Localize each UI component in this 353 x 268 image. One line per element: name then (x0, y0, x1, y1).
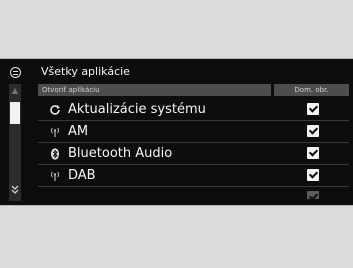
list-item-partial[interactable] (38, 187, 349, 199)
head-unit-screen: Všetky aplikácie Otvoriť aplikáciu Dom. … (0, 59, 353, 205)
app-list: Aktualizácie systému AM Bluetooth Audio … (38, 99, 349, 199)
list-item-bluetooth-audio[interactable]: Bluetooth Audio (38, 143, 349, 165)
list-item-system-updates[interactable]: Aktualizácie systému (38, 99, 349, 121)
list-item-label: DAB (68, 168, 96, 183)
radio-antenna-icon (44, 126, 66, 138)
home-screen-column-header: Dom. obr. (274, 84, 349, 96)
menu-icon[interactable] (10, 67, 21, 78)
scroll-down-icon[interactable] (9, 185, 21, 199)
top-bezel (0, 0, 353, 59)
scroll-thumb[interactable] (10, 102, 20, 124)
radio-antenna-icon (44, 170, 66, 182)
home-screen-checkbox[interactable] (307, 191, 319, 199)
list-item-am[interactable]: AM (38, 121, 349, 143)
list-item-label: AM (68, 124, 89, 139)
list-item-dab[interactable]: DAB (38, 165, 349, 187)
home-screen-checkbox[interactable] (307, 169, 319, 181)
scrollbar[interactable]: ▲ (9, 84, 21, 201)
home-screen-checkbox[interactable] (307, 103, 319, 115)
open-app-column-header: Otvoriť aplikáciu (38, 84, 271, 96)
refresh-icon (44, 104, 66, 116)
page-title: Všetky aplikácie (41, 65, 130, 78)
home-screen-checkbox[interactable] (307, 125, 319, 137)
bluetooth-icon (44, 147, 66, 160)
list-item-label: Bluetooth Audio (68, 146, 173, 161)
list-header: Otvoriť aplikáciu Dom. obr. (38, 84, 349, 96)
list-item-label: Aktualizácie systému (68, 102, 206, 117)
scroll-up-icon[interactable]: ▲ (9, 84, 21, 98)
home-screen-checkbox[interactable] (307, 147, 319, 159)
bottom-bezel (0, 205, 353, 268)
